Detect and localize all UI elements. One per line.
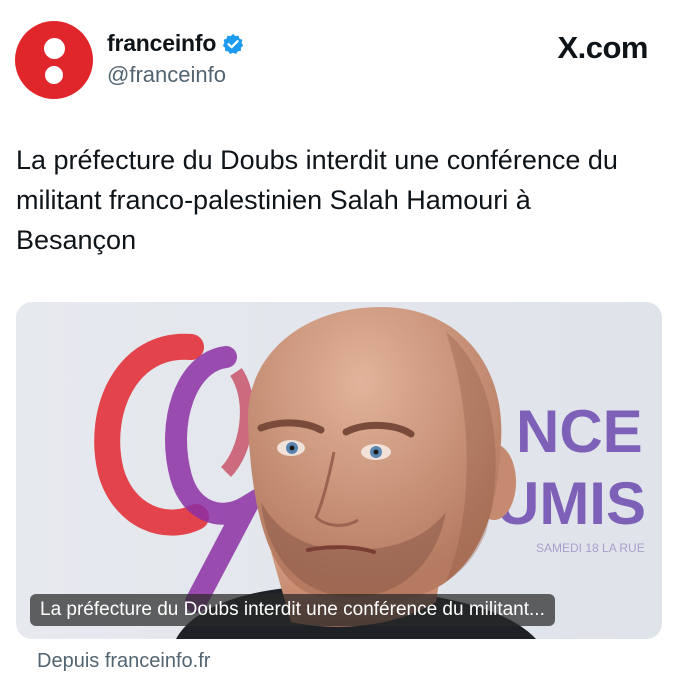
tweet-text: La préfecture du Doubs interdit une conf… xyxy=(16,145,618,255)
background-sign-text: NCE xyxy=(516,398,643,465)
media-card[interactable]: NCE UMIS SAMEDI 18 LA RUE La préfecture … xyxy=(16,302,662,639)
x-com-logo: X.com xyxy=(557,30,648,66)
account-handle[interactable]: @franceinfo xyxy=(107,62,226,88)
display-name[interactable]: franceinfo xyxy=(107,30,216,57)
avatar[interactable] xyxy=(15,21,93,99)
avatar-logo-dot xyxy=(45,66,63,84)
svg-text:SAMEDI 18 LA RUE: SAMEDI 18 LA RUE xyxy=(536,541,645,555)
article-photo: NCE UMIS SAMEDI 18 LA RUE xyxy=(16,302,662,639)
link-source[interactable]: Depuis franceinfo.fr xyxy=(37,650,210,673)
avatar-logo-dot xyxy=(44,38,65,59)
media-caption[interactable]: La préfecture du Doubs interdit une conf… xyxy=(30,594,555,626)
account-name-row[interactable]: franceinfo xyxy=(107,30,244,57)
verified-badge-icon xyxy=(222,33,244,55)
svg-text:UMIS: UMIS xyxy=(496,470,646,537)
x-logo-text: X.com xyxy=(557,30,648,65)
